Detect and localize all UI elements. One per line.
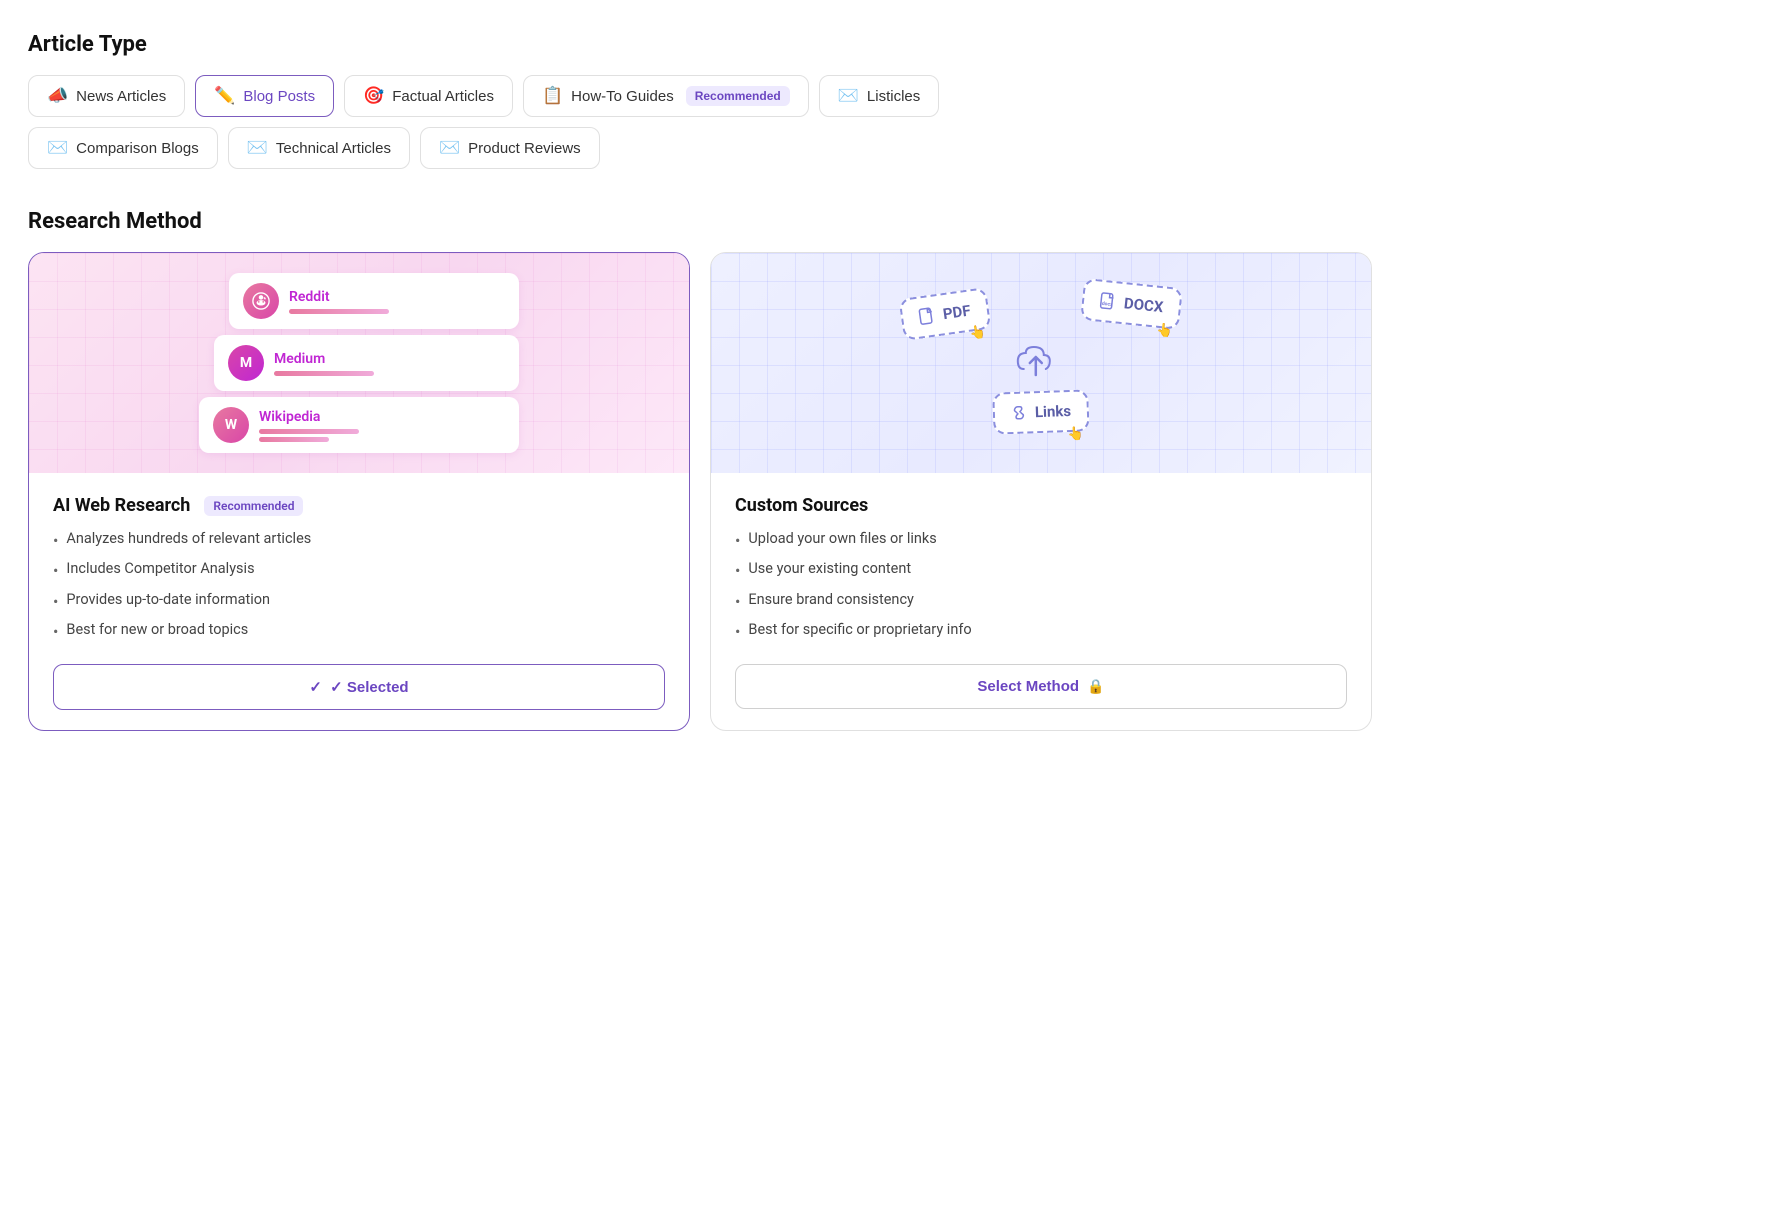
- research-cards-container: Reddit M Medium: [28, 252, 1372, 731]
- custom-select-button[interactable]: Select Method 🔒: [735, 664, 1347, 709]
- ai-heading-row: AI Web Research Recommended: [53, 495, 665, 516]
- custom-card-title: Custom Sources: [735, 495, 868, 516]
- ai-feature-3: Provides up-to-date information: [53, 591, 665, 613]
- technical-icon: ✉️: [247, 138, 268, 158]
- svg-text:docx: docx: [1101, 301, 1113, 308]
- article-type-row-2: ✉️ Comparison Blogs ✉️ Technical Article…: [28, 127, 1372, 169]
- custom-heading-row: Custom Sources: [735, 495, 1347, 516]
- reddit-icon: [243, 283, 279, 319]
- custom-feature-3: Ensure brand consistency: [735, 591, 1347, 613]
- wiki-bar-1: [259, 429, 359, 434]
- reddit-stack-text: Reddit: [289, 289, 389, 314]
- ai-web-research-card: Reddit M Medium: [28, 252, 690, 731]
- article-type-row-1: 📣 News Articles ✏️ Blog Posts 🎯 Factual …: [28, 75, 1372, 117]
- article-btn-product-reviews[interactable]: ✉️ Product Reviews: [420, 127, 600, 169]
- custom-sources-card: PDF 👆 docx DOCX 👆: [710, 252, 1372, 731]
- ai-illustration: Reddit M Medium: [29, 253, 689, 473]
- custom-card-body: Custom Sources Upload your own files or …: [711, 473, 1371, 729]
- custom-float-container: PDF 👆 docx DOCX 👆: [711, 253, 1371, 473]
- research-method-section: Research Method: [28, 209, 1372, 731]
- ai-card-body: AI Web Research Recommended Analyzes hun…: [29, 473, 689, 730]
- howto-recommended-badge: Recommended: [686, 86, 790, 106]
- docx-float-item: docx DOCX 👆: [1080, 278, 1183, 330]
- medium-icon: M: [228, 345, 264, 381]
- article-type-title: Article Type: [28, 32, 1372, 57]
- news-icon: 📣: [47, 86, 68, 106]
- stack-item-medium: M Medium: [214, 335, 519, 391]
- custom-feature-2: Use your existing content: [735, 560, 1347, 582]
- lock-icon: 🔒: [1087, 678, 1104, 694]
- research-method-title: Research Method: [28, 209, 1372, 234]
- blog-icon: ✏️: [214, 86, 235, 106]
- custom-features-list: Upload your own files or links Use your …: [735, 530, 1347, 644]
- medium-bar: [274, 371, 374, 376]
- article-btn-blog-posts[interactable]: ✏️ Blog Posts: [195, 75, 334, 117]
- links-float-item: Links 👆: [992, 389, 1090, 434]
- wikipedia-stack-text: Wikipedia: [259, 409, 359, 442]
- pdf-label: PDF: [942, 301, 972, 323]
- ai-features-list: Analyzes hundreds of relevant articles I…: [53, 530, 665, 644]
- article-btn-technical-articles[interactable]: ✉️ Technical Articles: [228, 127, 410, 169]
- wikipedia-icon: W: [213, 407, 249, 443]
- article-btn-news-articles[interactable]: 📣 News Articles: [28, 75, 185, 117]
- links-label: Links: [1035, 402, 1072, 421]
- custom-illustration: PDF 👆 docx DOCX 👆: [711, 253, 1371, 473]
- stack-item-reddit: Reddit: [229, 273, 519, 329]
- ai-select-button[interactable]: ✓ ✓ Selected: [53, 664, 665, 710]
- article-btn-factual-articles[interactable]: 🎯 Factual Articles: [344, 75, 513, 117]
- docx-label: DOCX: [1123, 294, 1164, 316]
- ai-feature-2: Includes Competitor Analysis: [53, 560, 665, 582]
- article-type-section: Article Type 📣 News Articles ✏️ Blog Pos…: [28, 32, 1372, 169]
- ai-feature-1: Analyzes hundreds of relevant articles: [53, 530, 665, 552]
- howto-icon: 📋: [542, 86, 563, 106]
- ai-card-title: AI Web Research: [53, 495, 190, 516]
- upload-cloud: [1010, 339, 1062, 387]
- custom-float-items: PDF 👆 docx DOCX 👆: [901, 283, 1181, 443]
- ai-feature-4: Best for new or broad topics: [53, 621, 665, 643]
- wiki-bar-2: [259, 437, 329, 442]
- checkmark-icon: ✓: [309, 679, 322, 696]
- article-btn-listicles[interactable]: ✉️ Listicles: [819, 75, 940, 117]
- listicles-icon: ✉️: [838, 86, 859, 106]
- article-btn-comparison-blogs[interactable]: ✉️ Comparison Blogs: [28, 127, 218, 169]
- ai-stack: Reddit M Medium: [199, 273, 519, 453]
- pdf-float-item: PDF 👆: [899, 287, 992, 341]
- article-btn-how-to-guides[interactable]: 📋 How-To Guides Recommended: [523, 75, 809, 117]
- comparison-icon: ✉️: [47, 138, 68, 158]
- product-reviews-icon: ✉️: [439, 138, 460, 158]
- ai-recommended-badge: Recommended: [204, 496, 303, 516]
- custom-feature-4: Best for specific or proprietary info: [735, 621, 1347, 643]
- stack-item-wikipedia: W Wikipedia: [199, 397, 519, 453]
- factual-icon: 🎯: [363, 86, 384, 106]
- custom-feature-1: Upload your own files or links: [735, 530, 1347, 552]
- medium-stack-text: Medium: [274, 351, 374, 376]
- reddit-bar: [289, 309, 389, 314]
